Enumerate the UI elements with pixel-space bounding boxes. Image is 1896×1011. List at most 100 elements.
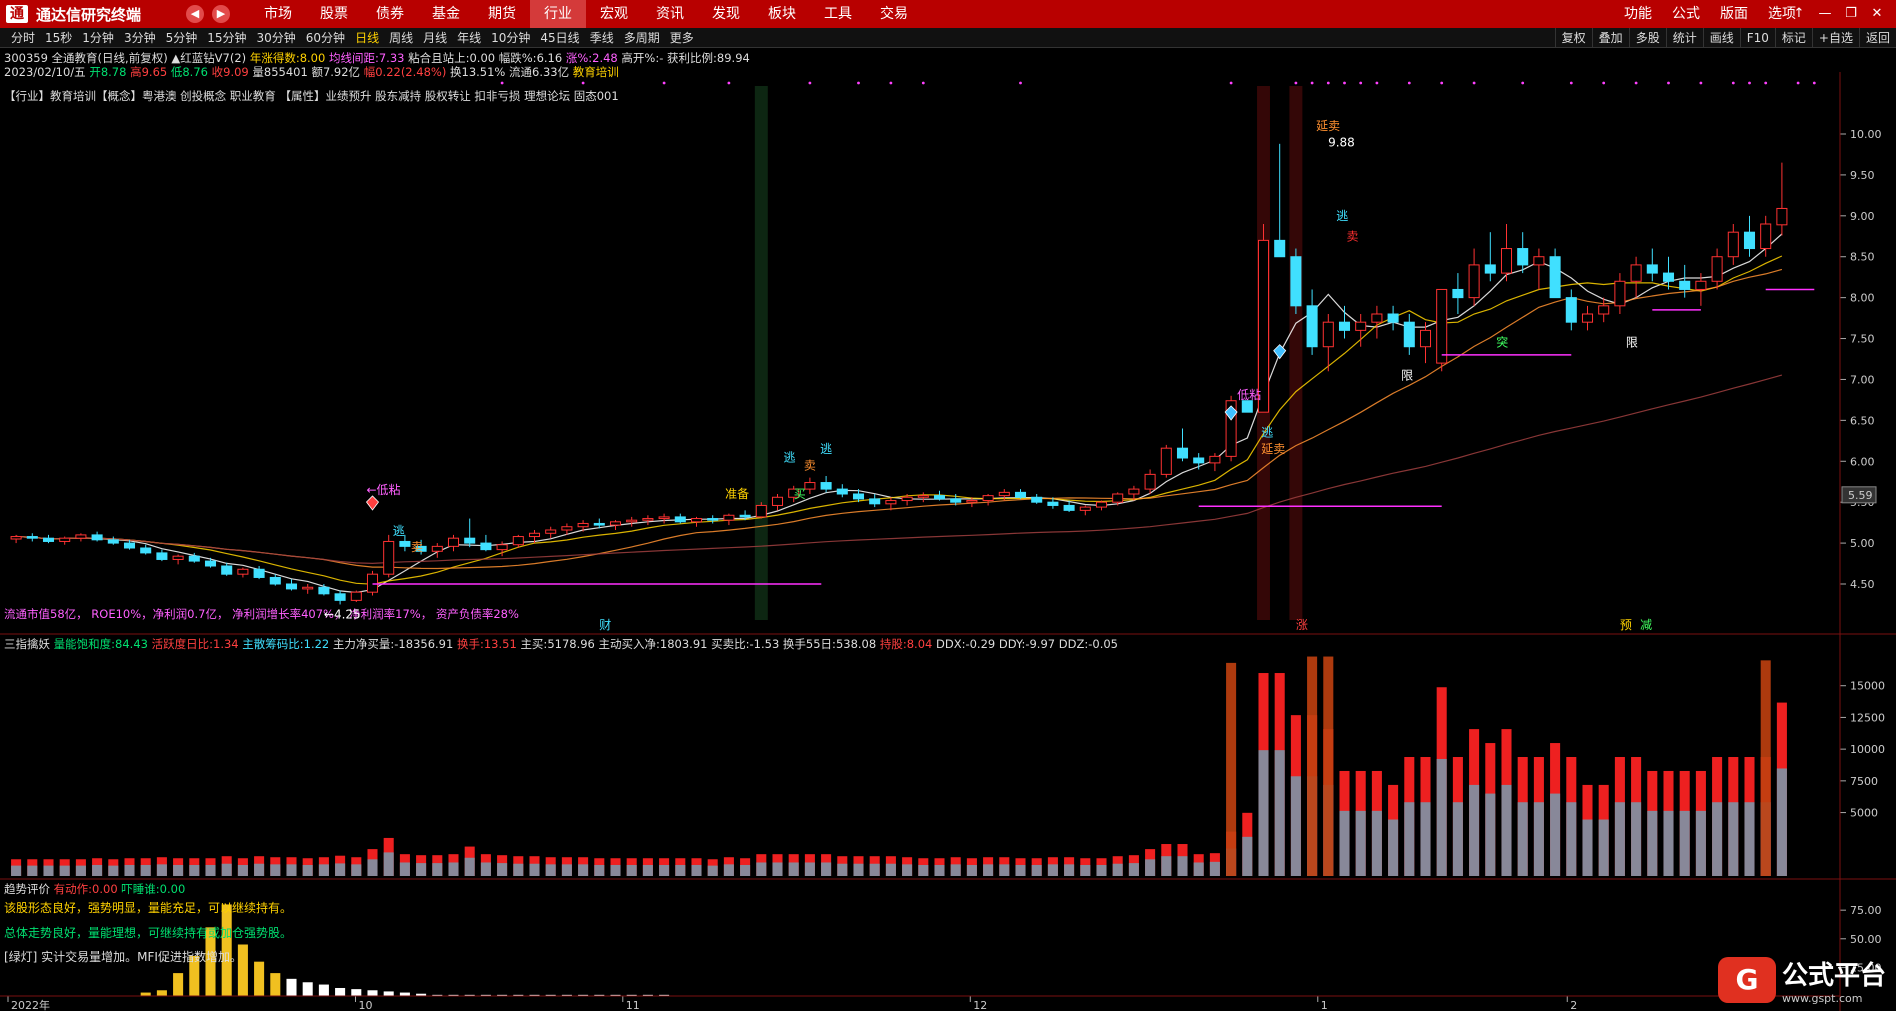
main-menu: 市场 股票 债券 基金 期货 行业 宏观 资讯 发现 板块 工具 交易 — [250, 0, 922, 28]
candle-body — [204, 560, 217, 567]
volume-bar-grey — [1112, 863, 1123, 876]
menu-item-3[interactable]: 基金 — [418, 0, 474, 28]
candle-body — [901, 496, 913, 502]
sub2-name[interactable]: 趋势评价 — [4, 882, 50, 896]
candle — [642, 515, 654, 526]
tool-button-3[interactable]: 统计 — [1665, 28, 1703, 48]
volume-bar — [1663, 770, 1674, 876]
candle-body — [1160, 447, 1172, 475]
trend-bar — [318, 984, 329, 996]
menu-item-2[interactable]: 债券 — [362, 0, 418, 28]
chart-canvas[interactable]: 10.009.509.008.508.007.507.006.506.005.5… — [0, 48, 1896, 1011]
volume-bar-grey — [1436, 758, 1447, 876]
right-menu-item-0[interactable]: 功能 — [1614, 0, 1662, 28]
buy-sell-ratio: -1.53 — [749, 637, 780, 651]
candle-body — [739, 514, 751, 518]
tool-button-2[interactable]: 多股 — [1628, 28, 1666, 48]
volume-bar — [173, 858, 184, 876]
period-tab-13[interactable]: 45日线 — [535, 29, 584, 46]
volume-bar — [675, 858, 686, 876]
volume-bar-grey — [966, 864, 977, 876]
period-tab-6[interactable]: 30分钟 — [252, 29, 301, 46]
volume-bar — [1614, 757, 1625, 876]
period-tab-14[interactable]: 季线 — [585, 29, 619, 46]
candle-body — [1565, 297, 1577, 323]
menu-item-10[interactable]: 工具 — [810, 0, 866, 28]
sub2-header: 趋势评价 有动作:0.00 吓睡谁:0.00 — [4, 882, 186, 896]
candle-body — [1014, 491, 1027, 498]
top-marker-dot — [1343, 81, 1346, 85]
right-menu-item-1[interactable]: 公式 — [1662, 0, 1710, 28]
price-tick-label: 7.50 — [1850, 333, 1875, 346]
period-tab-15[interactable]: 多周期 — [619, 29, 665, 46]
menu-item-11[interactable]: 交易 — [866, 0, 922, 28]
window-control-icon-0[interactable]: ↑ — [1786, 0, 1812, 28]
candle-body — [1760, 223, 1772, 250]
volume-bar-grey — [1695, 810, 1706, 876]
menu-item-9[interactable]: 板块 — [754, 0, 810, 28]
tool-button-6[interactable]: 标记 — [1774, 28, 1812, 48]
period-tab-16[interactable]: 更多 — [665, 29, 699, 46]
price-tick-label: 8.00 — [1850, 292, 1875, 305]
period-tab-4[interactable]: 5分钟 — [161, 29, 203, 46]
forward-icon[interactable]: ▶ — [212, 5, 230, 23]
period-tab-0[interactable]: 分时 — [6, 29, 40, 46]
tool-button-1[interactable]: 叠加 — [1591, 28, 1629, 48]
candle — [690, 516, 703, 527]
price-tick-label: 6.00 — [1850, 455, 1875, 468]
volume-bar — [966, 858, 977, 876]
chip-ratio: 1.22 — [303, 637, 330, 651]
tool-button-0[interactable]: 复权 — [1554, 28, 1592, 48]
menu-item-5[interactable]: 行业 — [530, 0, 586, 28]
candle — [350, 590, 362, 602]
price-tick-label: 7.00 — [1850, 373, 1875, 386]
menu-item-8[interactable]: 发现 — [698, 0, 754, 28]
sub1-name[interactable]: 三指擒妖 — [4, 637, 50, 651]
back-icon[interactable]: ◀ — [186, 5, 204, 23]
tool-button-4[interactable]: 画线 — [1702, 28, 1740, 48]
tool-button-5[interactable]: F10 — [1739, 28, 1775, 48]
volume-bar — [1469, 729, 1480, 876]
annotation-escape-5: 逃 — [1336, 209, 1348, 223]
volume-bar — [1290, 715, 1301, 876]
menu-item-4[interactable]: 期货 — [474, 0, 530, 28]
volume-bar — [1177, 844, 1188, 876]
annotation-pre-mark: 预 — [1620, 618, 1632, 632]
candle-body — [107, 539, 119, 544]
tool-button-7[interactable]: +自选 — [1811, 28, 1859, 48]
period-tab-12[interactable]: 10分钟 — [486, 29, 535, 46]
volume-bar — [335, 855, 346, 876]
right-menu-item-2[interactable]: 版面 — [1710, 0, 1758, 28]
candle-body — [998, 491, 1010, 497]
period-tab-3[interactable]: 3分钟 — [119, 29, 161, 46]
window-control-icon-1[interactable]: — — [1812, 0, 1838, 28]
period-tab-2[interactable]: 1分钟 — [77, 29, 119, 46]
window-control-icon-3[interactable]: ✕ — [1864, 0, 1890, 28]
period-tab-11[interactable]: 年线 — [452, 29, 486, 46]
menu-item-1[interactable]: 股票 — [306, 0, 362, 28]
title-bar: 通 通达信研究终端 ◀ ▶ 市场 股票 债券 基金 期货 行业 宏观 资讯 发现 板块 工具 交易 功… — [0, 0, 1896, 28]
menu-item-6[interactable]: 宏观 — [586, 0, 642, 28]
period-tab-7[interactable]: 60分钟 — [301, 29, 350, 46]
period-tab-9[interactable]: 周线 — [384, 29, 418, 46]
annotation-limit-1: 限 — [1401, 368, 1413, 382]
volume-bar — [237, 858, 248, 876]
volume-bar-grey — [1501, 784, 1512, 876]
volume-bar — [1015, 858, 1026, 876]
candle-body — [1776, 207, 1788, 226]
window-control-icon-2[interactable]: ❐ — [1838, 0, 1864, 28]
sub1-tick-label: 15000 — [1850, 680, 1885, 693]
annotation-reduce-mark: 减 — [1640, 618, 1652, 632]
period-tab-8[interactable]: 日线 — [350, 29, 384, 46]
menu-item-0[interactable]: 市场 — [250, 0, 306, 28]
candle-body — [91, 534, 103, 541]
candle — [1403, 314, 1415, 355]
tool-button-8[interactable]: 返回 — [1858, 28, 1896, 48]
period-tab-5[interactable]: 15分钟 — [202, 29, 251, 46]
period-tab-10[interactable]: 月线 — [418, 29, 452, 46]
volume-bar-grey — [821, 862, 832, 876]
menu-item-7[interactable]: 资讯 — [642, 0, 698, 28]
period-tab-1[interactable]: 15秒 — [40, 29, 77, 46]
candle — [820, 476, 832, 493]
candle — [545, 526, 557, 539]
